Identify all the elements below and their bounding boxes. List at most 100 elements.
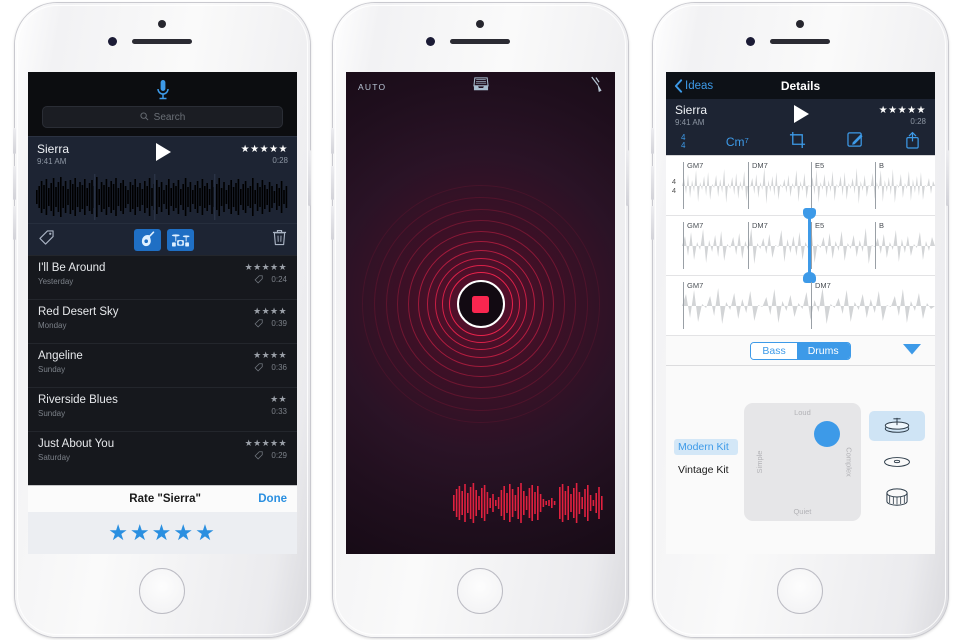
selected-idea-duration: 0:28	[272, 155, 288, 165]
ideas-list: I'll Be Around Yesterday ★★★★★ 0:24 Red …	[28, 255, 297, 485]
volume-up-button[interactable]	[651, 166, 654, 200]
chevron-left-icon	[674, 78, 683, 93]
auto-label[interactable]: AUTO	[358, 82, 461, 92]
delete-button[interactable]	[272, 229, 287, 251]
kit-option-modern[interactable]: Modern Kit	[674, 439, 739, 455]
navigation-bar: Ideas Details	[666, 72, 935, 99]
chord-label: GM7	[687, 221, 704, 230]
track-waveform[interactable]: GM7 DM7 E5 B	[682, 156, 935, 215]
waveform-graphic	[682, 288, 935, 324]
edit-button[interactable]	[846, 131, 865, 153]
track-waveform[interactable]: GM7 DM7	[682, 276, 935, 335]
power-button[interactable]	[946, 150, 949, 206]
proximity-sensor	[746, 37, 755, 46]
volume-down-button[interactable]	[651, 206, 654, 240]
microphone-icon[interactable]	[155, 78, 171, 107]
play-button[interactable]	[143, 141, 183, 168]
power-button[interactable]	[308, 150, 311, 206]
list-item-rating: ★★★★	[253, 350, 287, 360]
power-button[interactable]	[626, 150, 629, 206]
search-placeholder: Search	[153, 111, 186, 123]
search-input[interactable]: Search	[42, 106, 283, 128]
time-signature-button[interactable]: 4 4	[681, 134, 685, 150]
kit-selector: Modern Kit Vintage Kit	[674, 439, 739, 485]
waveform-graphic	[453, 483, 603, 523]
details-title: Sierra	[675, 103, 708, 117]
share-button[interactable]	[905, 131, 920, 154]
chord-label: B	[879, 161, 885, 170]
cymbal-button[interactable]	[869, 447, 925, 477]
crop-button[interactable]	[789, 131, 806, 154]
volume-up-button[interactable]	[13, 166, 16, 200]
list-item-duration: 0:39	[271, 319, 287, 328]
rate-stars-panel: ★★★★★	[28, 512, 297, 554]
home-button[interactable]	[457, 568, 503, 614]
guitar-button[interactable]	[133, 228, 161, 251]
key-button[interactable]: Cm⁷	[726, 135, 749, 149]
list-item-rating: ★★★★★	[244, 438, 287, 448]
hi-hat-button[interactable]	[868, 411, 925, 441]
list-item-submeta: 0:24	[245, 275, 287, 284]
list-item[interactable]: Riverside Blues Sunday ★★ 0:33	[28, 387, 297, 431]
trim-knob-top[interactable]	[803, 208, 816, 219]
rate-done-button[interactable]: Done	[258, 493, 287, 505]
list-item-meta: ★★★★★ 0:29	[245, 438, 287, 460]
tag-button[interactable]	[38, 229, 55, 250]
volume-up-button[interactable]	[331, 166, 334, 200]
tuning-fork-button[interactable]	[501, 76, 604, 98]
list-item-submeta: 0:39	[253, 319, 287, 328]
selected-waveform[interactable]	[28, 171, 297, 223]
list-item[interactable]: Just About You Saturday ★★★★★ 0:29	[28, 431, 297, 475]
track-waveform[interactable]: GM7 DM7 E5 B	[682, 208, 935, 283]
snare-drum-button[interactable]	[869, 483, 925, 513]
track-row[interactable]: GM7 DM7 E5 B	[666, 208, 935, 283]
rate-stars[interactable]: ★★★★★	[108, 520, 217, 546]
details-duration: 0:28	[910, 117, 926, 126]
chord-label: GM7	[687, 161, 704, 170]
share-icon	[906, 131, 919, 149]
phone-center: AUTO	[320, 0, 640, 640]
tab-drums[interactable]: Drums	[796, 342, 850, 359]
volume-down-button[interactable]	[13, 206, 16, 240]
track-row[interactable]: GM7 DM7	[666, 276, 935, 336]
play-button[interactable]	[781, 103, 821, 130]
selected-idea-rating[interactable]: ★★★★★	[183, 144, 289, 155]
list-item[interactable]: I'll Be Around Yesterday ★★★★★ 0:24	[28, 255, 297, 299]
selected-idea-card[interactable]: Sierra 9:41 AM ★★★★★ 0:28	[28, 136, 297, 255]
time-signature-bottom: 4	[681, 141, 686, 150]
back-label: Ideas	[685, 79, 714, 92]
details-rating[interactable]: ★★★★★	[821, 105, 927, 116]
list-item[interactable]: Red Desert Sky Monday ★★★★ 0:39	[28, 299, 297, 343]
home-button[interactable]	[777, 568, 823, 614]
inbox-button[interactable]	[461, 77, 501, 97]
chord-label: DM7	[752, 161, 768, 170]
list-item[interactable]: Angeline Sunday ★★★★ 0:36	[28, 343, 297, 387]
volume-down-button[interactable]	[331, 206, 334, 240]
back-button[interactable]: Ideas	[674, 78, 781, 93]
list-item-meta: ★★★★ 0:36	[253, 350, 287, 372]
list-item-info: Just About You Saturday	[38, 438, 245, 463]
tag-icon	[39, 229, 54, 245]
kit-option-vintage[interactable]: Vintage Kit	[674, 462, 738, 478]
home-button[interactable]	[139, 568, 185, 614]
list-item-date: Sunday	[38, 365, 66, 374]
track-row[interactable]: 4 4 GM7 DM7 E5 B	[666, 156, 935, 216]
drum-kit-icon	[171, 233, 190, 246]
edit-icon	[846, 132, 863, 147]
list-item-title: Just About You	[38, 438, 115, 450]
details-screen: Ideas Details Sierra 9:41 AM ★★★★★ 0:28 …	[666, 72, 935, 554]
list-item-duration: 0:29	[271, 451, 287, 460]
record-stop-button[interactable]	[456, 280, 505, 328]
performance-xy-pad[interactable]: Loud Quiet Simple Complex	[744, 403, 861, 521]
drum-kit-button[interactable]	[166, 228, 194, 251]
tab-bass[interactable]: Bass	[751, 342, 797, 359]
silent-switch[interactable]	[651, 128, 654, 154]
collapse-button[interactable]	[903, 342, 921, 360]
screen-left: Search Sierra 9:41 AM ★★★★★ 0:28 I'll Be…	[28, 72, 297, 554]
silent-switch[interactable]	[13, 128, 16, 154]
waveform-graphic	[682, 168, 935, 204]
trim-handle[interactable]	[803, 208, 816, 283]
proximity-sensor	[426, 37, 435, 46]
silent-switch[interactable]	[331, 128, 334, 154]
xy-pad-puck[interactable]	[814, 421, 841, 447]
